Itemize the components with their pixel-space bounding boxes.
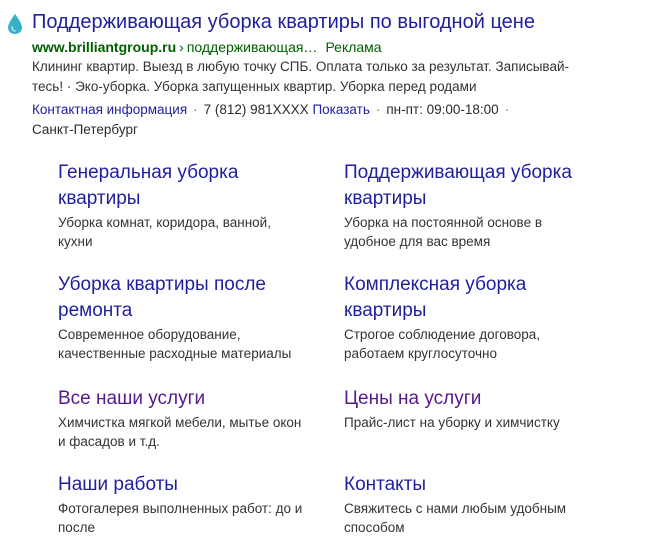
ad-title-row: Поддерживающая уборка квартиры по выгодн…	[6, 9, 535, 35]
city: Санкт-Петербург	[32, 122, 138, 137]
ad-url-path[interactable]: поддерживающая…	[187, 39, 318, 55]
sitelink-description: Уборка на постоянной основе в удобное для…	[344, 215, 543, 249]
sitelink-post-renovation: Уборка квартиры после ремонта Современное…	[58, 272, 318, 363]
ad-contacts: Контактная информация · 7 (812) 981XXXX По…	[32, 100, 632, 140]
sitelink-description: Свяжитесь с нами любым удобным способом	[344, 501, 567, 535]
ad-title-link[interactable]: Поддерживающая уборка квартиры по выгодн…	[32, 9, 535, 35]
sitelink-title[interactable]: Комплексная уборка квартиры	[344, 272, 604, 324]
sitelink-title[interactable]: Генеральная уборка квартиры	[58, 160, 318, 212]
show-phone-link[interactable]: Показать	[312, 102, 369, 117]
sitelink-description: Прайс-лист на уборку и химчистку	[344, 415, 560, 430]
breadcrumb-separator: ›	[179, 39, 184, 55]
ad-url-row: www.brilliantgroup.ru › поддерживающая… Рек…	[32, 38, 382, 56]
phone-number: 7 (812) 981XXXX	[203, 102, 309, 117]
ad-description-line: тесь! · Эко-уборка. Уборка запущенных кв…	[32, 79, 477, 94]
ad-description: Клининг квартир. Выезд в любую точку СПБ…	[32, 57, 622, 97]
sitelink-title[interactable]: Поддерживающая уборка квартиры	[344, 160, 604, 212]
working-hours: пн-пт: 09:00-18:00	[386, 102, 499, 117]
sitelink-our-works: Наши работы Фотогалерея выполненных рабо…	[58, 472, 318, 537]
ad-url-domain[interactable]: www.brilliantgroup.ru	[32, 39, 176, 55]
sitelink-title[interactable]: Цены на услуги	[344, 386, 604, 412]
sitelink-description: Химчистка мягкой мебели, мытье окон и фас…	[58, 415, 302, 449]
sitelink-title[interactable]: Уборка квартиры после ремонта	[58, 272, 318, 324]
ad-label: Реклама	[325, 39, 382, 55]
sitelink-maintenance-cleaning: Поддерживающая уборка квартиры Уборка на …	[344, 160, 604, 251]
sitelink-description: Уборка комнат, коридора, ванной, кухни	[58, 215, 271, 249]
sitelink-general-cleaning: Генеральная уборка квартиры Уборка комнат…	[58, 160, 318, 251]
sitelink-description: Строгое соблюдение договора, работаем кру…	[344, 327, 541, 361]
sitelink-description: Современное оборудование, качественные ра…	[58, 327, 292, 361]
contact-info-link[interactable]: Контактная информация	[32, 102, 187, 117]
sitelink-all-services: Все наши услуги Химчистка мягкой мебели,…	[58, 386, 318, 451]
sitelink-complex-cleaning: Комплексная уборка квартиры Строгое соблю…	[344, 272, 604, 363]
sitelink-prices: Цены на услуги Прайс-лист на уборку и хи…	[344, 386, 604, 432]
water-drop-icon	[8, 14, 22, 34]
sitelink-contacts: Контакты Свяжитесь с нами любым удобным с…	[344, 472, 604, 537]
sitelink-title[interactable]: Все наши услуги	[58, 386, 318, 412]
sitelink-description: Фотогалерея выполненных работ: до и после	[58, 501, 303, 535]
sitelink-title[interactable]: Контакты	[344, 472, 604, 498]
sitelink-title[interactable]: Наши работы	[58, 472, 318, 498]
ad-description-line: Клининг квартир. Выезд в любую точку СПБ…	[32, 59, 570, 74]
